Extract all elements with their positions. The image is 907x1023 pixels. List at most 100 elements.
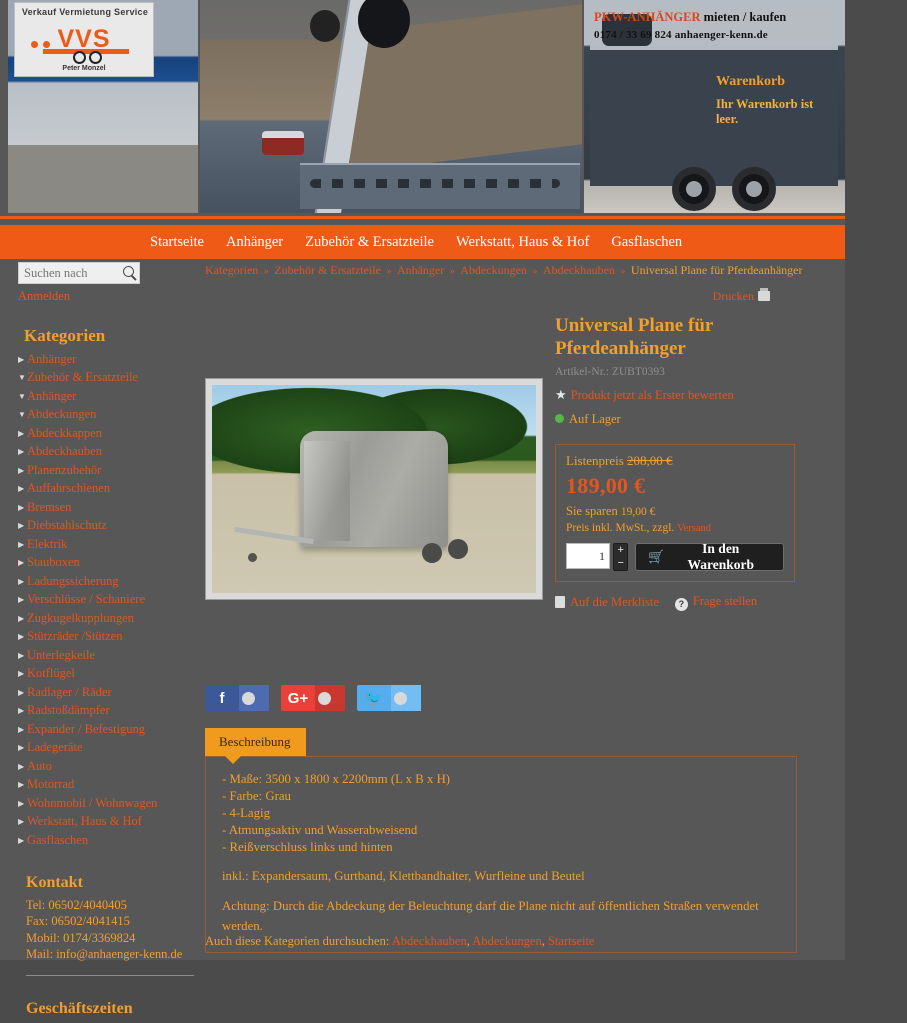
sidebar-item-label[interactable]: Motorrad (27, 777, 74, 791)
sidebar-item-auto[interactable]: ▶ Auto (18, 757, 198, 776)
sidebar-item-label[interactable]: Werkstatt, Haus & Hof (27, 814, 142, 828)
sidebar-item-label[interactable]: Expander / Befestigung (27, 722, 145, 736)
sidebar-contact-heading: Kontakt (26, 873, 83, 891)
sidebar-item-unterlegkeile[interactable]: ▶ Unterlegkeile (18, 646, 198, 665)
sidebar-item-wohnmobil-wohnwagen[interactable]: ▶ Wohnmobil / Wohnwagen (18, 794, 198, 813)
search-box[interactable] (18, 262, 140, 284)
add-to-cart-button[interactable]: 🛒 In den Warenkorb (635, 541, 784, 572)
sidebar-item-motorrad[interactable]: ▶ Motorrad (18, 776, 198, 795)
sidebar-item-anhänger[interactable]: ▶ Anhänger (18, 350, 198, 369)
sidebar-item-label[interactable]: Planenzubehör (27, 463, 101, 477)
sidebar-item-label[interactable]: Zubehör & Ersatzteile (27, 370, 138, 384)
also-browse-link[interactable]: Startseite (548, 934, 595, 948)
share-twitter-button[interactable]: 🐦 (357, 685, 421, 711)
google-plus-toggle[interactable] (315, 685, 345, 711)
sidebar-item-radstoßdämpfer[interactable]: ▶ Radstoßdämpfer (18, 702, 198, 721)
breadcrumb-link[interactable]: Anhänger (397, 263, 444, 277)
quantity-stepper[interactable]: + − (613, 543, 629, 571)
sidebar-item-label[interactable]: Stauboxen (27, 555, 80, 569)
sidebar-item-label[interactable]: Unterlegkeile (27, 648, 95, 662)
share-google-plus-button[interactable]: G+ (281, 685, 345, 711)
sidebar-item-label[interactable]: Verschlüsse / Schaniere (27, 592, 145, 606)
sidebar-item-gasflaschen[interactable]: ▶ Gasflaschen (18, 831, 198, 850)
sidebar-item-radlager-räder[interactable]: ▶ Radlager / Räder (18, 683, 198, 702)
contact-mobile: Mobil: 0174/3369824 (26, 930, 136, 945)
sidebar-item-expander-befestigung[interactable]: ▶ Expander / Befestigung (18, 720, 198, 739)
sidebar-item-label[interactable]: Kotflügel (27, 666, 75, 680)
sidebar-item-ladungssicherung[interactable]: ▶ Ladungssicherung (18, 572, 198, 591)
sidebar-item-label[interactable]: Ladungssicherung (27, 574, 119, 588)
wishlist-link[interactable]: Auf die Merkliste (555, 595, 659, 610)
sidebar-item-label[interactable]: Abdeckungen (27, 407, 96, 421)
product-image[interactable] (205, 378, 543, 600)
sidebar-item-kotflügel[interactable]: ▶ Kotflügel (18, 665, 198, 684)
tab-beschreibung[interactable]: Beschreibung (205, 728, 307, 764)
breadcrumb-link[interactable]: Abdeckungen (460, 263, 527, 277)
sidebar-item-label[interactable]: Radlager / Räder (27, 685, 112, 699)
search-input[interactable] (19, 263, 115, 283)
sidebar-item-label[interactable]: Abdeckhauben (27, 444, 102, 458)
nav-item-zubehoer[interactable]: Zubehör & Ersatzteile (305, 233, 434, 251)
facebook-toggle[interactable] (239, 685, 269, 711)
nav-link-werkstatt[interactable]: Werkstatt, Haus & Hof (456, 234, 589, 250)
sidebar-item-stützräder-stützen[interactable]: ▶ Stützräder /Stützen (18, 628, 198, 647)
sidebar-item-label[interactable]: Gasflaschen (27, 833, 88, 847)
sidebar-item-abdeckhauben[interactable]: ▶ Abdeckhauben (18, 443, 198, 462)
product-review-row[interactable]: ★ Produkt jetzt als Erster bewerten (555, 387, 805, 403)
sidebar-item-label[interactable]: Anhänger (27, 352, 76, 366)
sidebar-item-label[interactable]: Wohnmobil / Wohnwagen (27, 796, 157, 810)
sidebar-item-label[interactable]: Stützräder /Stützen (27, 629, 122, 643)
nav-item-anhaenger[interactable]: Anhänger (226, 233, 283, 251)
sidebar-item-label[interactable]: Ladegeräte (27, 740, 83, 754)
also-browse-link[interactable]: Abdeckhauben (392, 934, 467, 948)
quantity-increase-button[interactable]: + (614, 544, 627, 557)
sidebar-item-abdeckkappen[interactable]: ▶ Abdeckkappen (18, 424, 198, 443)
sidebar-item-zubehör-ersatzteile[interactable]: ▼Zubehör & Ersatzteile (18, 369, 198, 388)
share-facebook-button[interactable]: f (205, 685, 269, 711)
sidebar-item-verschlüsse-schaniere[interactable]: ▶ Verschlüsse / Schaniere (18, 591, 198, 610)
twitter-toggle[interactable] (391, 685, 421, 711)
quantity-input[interactable] (566, 543, 610, 569)
review-link[interactable]: Produkt jetzt als Erster bewerten (571, 388, 734, 402)
breadcrumb-link[interactable]: Kategorien (205, 263, 258, 277)
sidebar-item-abdeckungen[interactable]: ▼Abdeckungen (18, 406, 198, 425)
breadcrumb-link[interactable]: Zubehör & Ersatzteile (274, 263, 381, 277)
sidebar-item-werkstatt-haus-hof[interactable]: ▶ Werkstatt, Haus & Hof (18, 813, 198, 832)
nav-link-anhaenger[interactable]: Anhänger (226, 234, 283, 250)
sidebar-item-auffahrschienen[interactable]: ▶ Auffahrschienen (18, 480, 198, 499)
sidebar-item-label[interactable]: Auto (27, 759, 52, 773)
nav-link-zubehoer[interactable]: Zubehör & Ersatzteile (305, 234, 434, 250)
sidebar-item-bremsen[interactable]: ▶ Bremsen (18, 498, 198, 517)
sidebar-item-diebstahlschutz[interactable]: ▶ Diebstahlschutz (18, 517, 198, 536)
cart-summary[interactable]: Warenkorb Ihr Warenkorb ist leer. (708, 68, 841, 135)
sidebar-item-label[interactable]: Diebstahlschutz (27, 518, 107, 532)
sidebar-item-ladegeräte[interactable]: ▶ Ladegeräte (18, 739, 198, 758)
ask-question-link[interactable]: ? Frage stellen (674, 594, 757, 611)
nav-item-startseite[interactable]: Startseite (150, 233, 204, 251)
sidebar-item-label[interactable]: Bremsen (27, 500, 71, 514)
chevron-right-icon: ▶ (18, 484, 25, 493)
shipping-link[interactable]: Versand (677, 523, 711, 534)
quantity-decrease-button[interactable]: − (614, 557, 627, 570)
search-icon[interactable] (123, 266, 134, 277)
sidebar-item-zugkugelkupplungen[interactable]: ▶ Zugkugelkupplungen (18, 609, 198, 628)
sidebar-item-label[interactable]: Radstoßdämpfer (27, 703, 110, 717)
sidebar-item-elektrik[interactable]: ▶ Elektrik (18, 535, 198, 554)
chevron-right-icon: ▶ (18, 761, 25, 771)
sidebar-item-label[interactable]: Zugkugelkupplungen (27, 611, 134, 625)
sidebar-item-stauboxen[interactable]: ▶ Stauboxen (18, 554, 198, 573)
sidebar-item-anhänger[interactable]: ▼Anhänger (18, 387, 198, 406)
wishlist-label: Auf die Merkliste (570, 595, 659, 609)
logo-subtitle: Peter Monzel (62, 65, 106, 72)
nav-link-gasflaschen[interactable]: Gasflaschen (611, 234, 682, 250)
also-browse-link[interactable]: Abdeckungen (472, 934, 541, 948)
login-link[interactable]: Anmelden (18, 289, 198, 304)
sidebar-item-planenzubehör[interactable]: ▶ Planenzubehör (18, 461, 198, 480)
sidebar-item-label[interactable]: Anhänger (27, 389, 76, 403)
sidebar-item-label[interactable]: Auffahrschienen (27, 481, 110, 495)
nav-link-startseite[interactable]: Startseite (150, 234, 204, 250)
nav-item-werkstatt[interactable]: Werkstatt, Haus & Hof (456, 233, 589, 251)
sidebar-item-label[interactable]: Elektrik (27, 537, 67, 551)
nav-item-gasflaschen[interactable]: Gasflaschen (611, 233, 682, 251)
sidebar-item-label[interactable]: Abdeckkappen (27, 426, 102, 440)
